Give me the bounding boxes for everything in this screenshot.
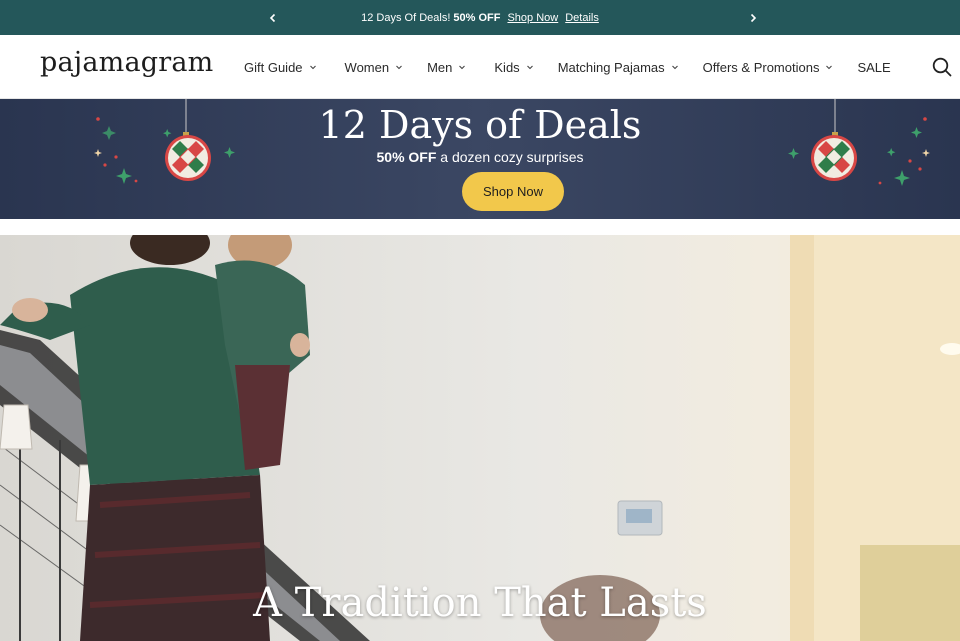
- nav-item-label: Gift Guide: [244, 59, 303, 75]
- nav-item-women[interactable]: Women: [345, 60, 404, 75]
- promo-banner: 12 Days of Deals 50% OFF a dozen cozy su…: [0, 99, 960, 219]
- search-button[interactable]: [930, 55, 954, 79]
- announcement-next-button[interactable]: [738, 0, 768, 35]
- search-icon: [932, 57, 952, 77]
- chevron-down-icon: [671, 65, 678, 70]
- nav-item-label: SALE: [857, 59, 891, 75]
- announcement-bar: 12 Days Of Deals! 50% OFF Shop Now Detai…: [0, 0, 960, 35]
- nav-item-label: Women: [344, 59, 390, 75]
- site-logo[interactable]: pajamagram: [40, 47, 213, 78]
- nav-item-men[interactable]: Men: [427, 60, 466, 75]
- promo-shop-now-button[interactable]: Shop Now: [462, 172, 564, 211]
- announcement-shop-link[interactable]: Shop Now: [507, 12, 558, 24]
- nav-item-label: Kids: [494, 59, 520, 75]
- nav-item-gift-guide[interactable]: Gift Guide: [244, 60, 317, 75]
- nav-item-label: Matching Pajamas: [557, 59, 665, 75]
- promo-title: 12 Days of Deals: [318, 103, 642, 147]
- announcement-highlight: 50% OFF: [453, 11, 501, 24]
- hero-banner[interactable]: A Tradition That Lasts: [0, 235, 960, 641]
- nav-item-matching-pajamas[interactable]: Matching Pajamas: [558, 60, 679, 75]
- announcement-message: 12 Days Of Deals! 50% OFF Shop Now Detai…: [0, 0, 960, 35]
- nav-item-kids[interactable]: Kids: [494, 60, 533, 75]
- nav-item-label: Offers & Promotions: [702, 59, 820, 75]
- chevron-down-icon: [826, 65, 833, 70]
- promo-subtitle-text: a dozen cozy surprises: [440, 149, 584, 165]
- chevron-down-icon: [396, 65, 402, 70]
- chevron-down-icon: [309, 65, 316, 70]
- announcement-details-link[interactable]: Details: [565, 12, 599, 24]
- main-nav: Gift Guide Women Men Kids Matching Pajam…: [244, 35, 891, 99]
- hero-headline: A Tradition That Lasts: [253, 580, 707, 626]
- chevron-right-icon: [750, 13, 757, 22]
- nav-item-offers-promotions[interactable]: Offers & Promotions: [703, 60, 834, 75]
- nav-item-label: Men: [427, 59, 453, 75]
- announcement-text: 12 Days Of Deals!: [361, 11, 451, 24]
- chevron-down-icon: [459, 65, 466, 70]
- section-spacer: [0, 219, 960, 235]
- promo-subtitle: 50% OFF a dozen cozy surprises: [0, 149, 960, 165]
- chevron-down-icon: [526, 65, 533, 70]
- nav-item-sale[interactable]: SALE: [857, 60, 890, 75]
- promo-highlight: 50% OFF: [376, 149, 437, 165]
- site-header: pajamagram Gift Guide Women Men Kids Mat…: [0, 35, 960, 99]
